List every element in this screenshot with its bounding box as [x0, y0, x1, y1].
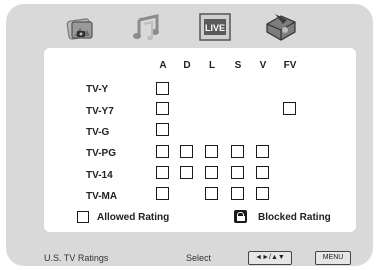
checkbox-tv-pg-a[interactable]: [156, 145, 169, 158]
rating-label-tv-y7: TV-Y7: [86, 106, 114, 117]
checkbox-tv-14-l[interactable]: [205, 166, 218, 179]
menu-key[interactable]: MENU: [315, 251, 351, 265]
checkbox-tv-14-a[interactable]: [156, 166, 169, 179]
checkbox-tv-y7-fv[interactable]: [283, 102, 296, 115]
checkbox-tv-14-d[interactable]: [180, 166, 193, 179]
checkbox-tv-y7-a[interactable]: [156, 102, 169, 115]
rating-label-tv-ma: TV-MA: [86, 191, 118, 202]
ratings-panel: [44, 48, 356, 232]
rating-label-tv-14: TV-14: [86, 170, 113, 181]
lock-icon: [234, 210, 247, 223]
rating-label-tv-g: TV-G: [86, 127, 110, 138]
column-fv: FV: [283, 60, 297, 71]
checkbox-tv-pg-l[interactable]: [205, 145, 218, 158]
menu-title: U.S. TV Ratings: [44, 253, 109, 263]
checkbox-tv-y-a[interactable]: [156, 82, 169, 95]
column-s: S: [234, 60, 242, 71]
nav-key-icon: ◄►/▲▼: [248, 251, 292, 265]
checkbox-tv-pg-d[interactable]: [180, 145, 193, 158]
checkbox-tv-ma-l[interactable]: [205, 187, 218, 200]
audio-tab-icon[interactable]: [130, 10, 166, 44]
select-hint: Select: [186, 253, 212, 263]
checkbox-tv-pg-v[interactable]: [256, 145, 269, 158]
checkbox-tv-14-v[interactable]: [256, 166, 269, 179]
column-a: A: [159, 60, 167, 71]
allowed-legend-icon: [77, 211, 89, 223]
checkbox-tv-ma-a[interactable]: [156, 187, 169, 200]
live-tab-icon[interactable]: LIVE: [197, 10, 233, 44]
column-v: V: [259, 60, 267, 71]
blocked-legend-label: Blocked Rating: [258, 212, 331, 223]
column-d: D: [183, 60, 191, 71]
rating-label-tv-pg: TV-PG: [86, 148, 117, 159]
live-tab-label: LIVE: [205, 23, 225, 33]
checkbox-tv-ma-s[interactable]: [231, 187, 244, 200]
setup-tab-icon[interactable]: [263, 10, 299, 44]
checkbox-tv-pg-s[interactable]: [231, 145, 244, 158]
checkbox-tv-ma-v[interactable]: [256, 187, 269, 200]
checkbox-tv-g-a[interactable]: [156, 123, 169, 136]
rating-label-tv-y: TV-Y: [86, 84, 109, 95]
picture-tab-icon[interactable]: [62, 10, 98, 44]
column-l: L: [208, 60, 216, 71]
allowed-legend-label: Allowed Rating: [97, 212, 170, 223]
checkbox-tv-14-s[interactable]: [231, 166, 244, 179]
